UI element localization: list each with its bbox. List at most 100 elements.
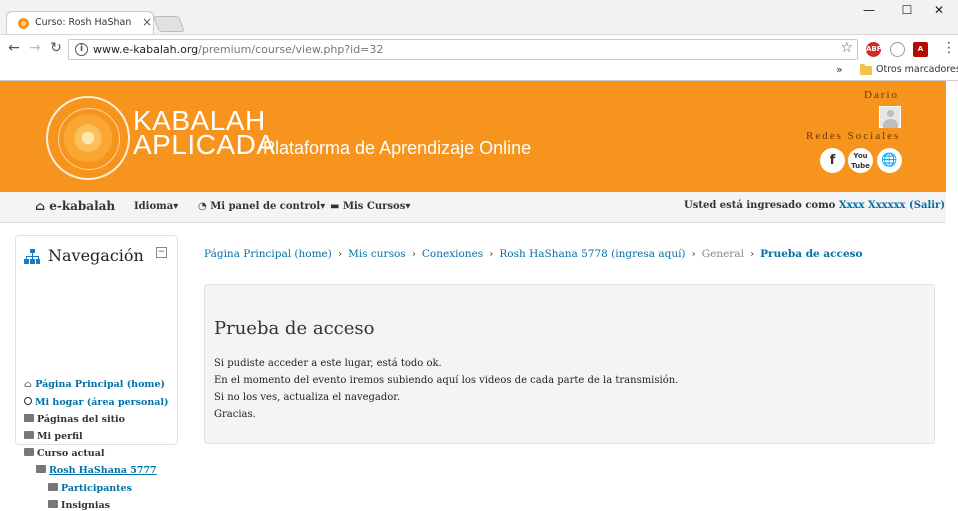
- nav-item-label: Mi perfil: [37, 431, 83, 442]
- url-text[interactable]: www.e-kabalah.org/premium/course/view.ph…: [93, 43, 383, 56]
- bookmarks-bar: » Otros marcadores: [0, 62, 958, 81]
- nav-item-label: Página Principal (home): [35, 379, 166, 390]
- breadcrumb-home[interactable]: Página Principal (home): [204, 248, 332, 260]
- browser-toolbar: ← → ↻ i www.e-kabalah.org/premium/course…: [0, 34, 958, 62]
- breadcrumb-separator: ›: [411, 248, 416, 260]
- breadcrumb-separator: ›: [337, 248, 343, 260]
- nav-item-site-pages[interactable]: Páginas del sitio: [24, 414, 125, 425]
- menu-cursos[interactable]: ▬ Mis Cursos▾: [330, 201, 410, 212]
- browser-chrome: Curso: Rosh HaShana 57 × — ☐ ✕ ← → ↻ i w…: [0, 0, 958, 81]
- nav-item-label: Mi hogar (área personal): [35, 397, 169, 408]
- menu-idioma-label: Idioma: [134, 201, 174, 212]
- nav-item-course[interactable]: Rosh HaShana 5777: [36, 465, 157, 476]
- breadcrumb-connections[interactable]: Conexiones: [422, 248, 483, 260]
- nav-item-profile[interactable]: Mi perfil: [24, 431, 83, 442]
- breadcrumb-separator: ›: [749, 248, 755, 260]
- nav-item-label: Rosh HaShana 5777: [49, 465, 157, 476]
- nav-item-home[interactable]: ⌂ Página Principal (home): [24, 379, 165, 390]
- sitemap-icon: [24, 249, 40, 265]
- facebook-icon[interactable]: f: [820, 148, 845, 173]
- folder-icon: [36, 465, 46, 473]
- globe-icon[interactable]: 🌐: [877, 148, 902, 173]
- user-name[interactable]: Dario: [864, 89, 899, 101]
- main-content: Prueba de acceso Si pudiste acceder a es…: [204, 284, 935, 444]
- navigation-block: Navegación − ⌂ Página Principal (home) M…: [15, 235, 178, 511]
- reload-icon[interactable]: ↻: [47, 40, 65, 56]
- menu-icon[interactable]: ⋮: [942, 40, 956, 56]
- pdf-icon[interactable]: A: [913, 42, 928, 57]
- back-icon[interactable]: ←: [5, 40, 23, 56]
- tab-title: Curso: Rosh HaShana 57: [35, 17, 131, 28]
- logo-flower-icon: [64, 114, 112, 162]
- caret-down-icon: ▾: [173, 201, 179, 212]
- address-bar[interactable]: i www.e-kabalah.org/premium/course/view.…: [68, 39, 858, 60]
- nav-item-label: Participantes: [61, 483, 132, 494]
- sync-icon[interactable]: [890, 42, 905, 57]
- forward-icon[interactable]: →: [26, 40, 44, 56]
- youtube-icon[interactable]: You Tube: [848, 148, 873, 173]
- minimize-button[interactable]: —: [859, 3, 879, 17]
- content-line: Si pudiste acceder a este lugar, está to…: [214, 358, 442, 369]
- breadcrumb-general: General: [701, 248, 744, 260]
- nav-brand[interactable]: ⌂ e-kabalah: [35, 199, 115, 213]
- breadcrumb-separator: ›: [489, 248, 494, 260]
- info-icon[interactable]: i: [75, 43, 88, 56]
- bookmarks-chevron-icon[interactable]: »: [836, 63, 843, 76]
- maximize-button[interactable]: ☐: [897, 3, 917, 17]
- navigation-title: Navegación: [48, 246, 144, 265]
- logout-link[interactable]: (Salir): [909, 200, 945, 211]
- site-banner: KABALAH APLICADA Plataforma de Aprendiza…: [0, 81, 946, 192]
- menu-panel-label: Mi panel de control: [210, 201, 321, 212]
- nav-item-participants[interactable]: Participantes: [48, 483, 132, 494]
- briefcase-icon: ▬: [330, 201, 343, 212]
- folder-icon: [24, 448, 34, 456]
- logo-line2: APLICADA: [133, 129, 276, 160]
- nav-item-current-course[interactable]: Curso actual: [24, 448, 104, 459]
- content-line: Si no los ves, actualiza el navegador.: [214, 392, 401, 403]
- site-navbar: ⌂ e-kabalah Idioma▾ ◔ Mi panel de contro…: [0, 192, 946, 223]
- folder-icon: [24, 431, 34, 439]
- close-window-button[interactable]: ✕: [929, 3, 949, 17]
- folder-icon: [860, 64, 872, 75]
- breadcrumb-current[interactable]: Prueba de acceso: [760, 248, 862, 260]
- content-line: Gracias.: [214, 409, 256, 420]
- breadcrumb-separator: ›: [691, 248, 696, 260]
- favicon-icon: [18, 18, 29, 29]
- url-host: www.e-kabalah.org: [93, 43, 199, 56]
- circle-icon: [24, 397, 32, 405]
- nav-item-myhome[interactable]: Mi hogar (área personal): [24, 397, 169, 408]
- nav-item-label: Curso actual: [37, 448, 105, 459]
- menu-panel[interactable]: ◔ Mi panel de control▾: [198, 201, 325, 212]
- menu-idioma[interactable]: Idioma▾: [134, 201, 178, 212]
- bookmarks-folder-label[interactable]: Otros marcadores: [876, 64, 958, 75]
- caret-down-icon: ▾: [405, 201, 411, 212]
- nav-brand-label: e-kabalah: [49, 199, 116, 213]
- nav-item-label: Insignias: [61, 500, 110, 511]
- folder-icon: [48, 500, 58, 508]
- home-icon: ⌂: [24, 379, 32, 390]
- content-line: En el momento del evento iremos subiendo…: [214, 375, 679, 386]
- new-tab-button[interactable]: [153, 16, 185, 32]
- avatar[interactable]: [879, 106, 901, 128]
- home-icon: ⌂: [35, 199, 46, 213]
- page-title: Prueba de acceso: [214, 318, 375, 339]
- menu-cursos-label: Mis Cursos: [342, 201, 406, 212]
- web-page: KABALAH APLICADA Plataforma de Aprendiza…: [0, 81, 958, 511]
- adblock-icon[interactable]: ABP: [866, 42, 882, 57]
- site-logo[interactable]: KABALAH APLICADA: [133, 107, 276, 160]
- social-label: Redes Sociales: [806, 130, 901, 142]
- tab-strip: Curso: Rosh HaShana 57 × — ☐ ✕: [0, 0, 958, 35]
- collapse-icon[interactable]: −: [156, 247, 167, 258]
- breadcrumb-course[interactable]: Rosh HaShana 5778 (ingresa aquí): [499, 248, 685, 260]
- browser-tab[interactable]: Curso: Rosh HaShana 57 ×: [6, 11, 154, 35]
- breadcrumb: Página Principal (home) › Mis cursos › Conex…: [204, 248, 863, 260]
- close-tab-icon[interactable]: ×: [142, 15, 152, 29]
- url-path: /premium/course/view.php?id=32: [198, 43, 384, 56]
- user-link[interactable]: Xxxx Xxxxxx: [839, 200, 906, 211]
- breadcrumb-mycourses[interactable]: Mis cursos: [348, 248, 406, 260]
- star-icon[interactable]: ☆: [840, 40, 853, 56]
- nav-item-label: Páginas del sitio: [37, 414, 125, 425]
- nav-item-badges[interactable]: Insignias: [48, 500, 110, 511]
- folder-icon: [48, 483, 58, 491]
- caret-down-icon: ▾: [320, 201, 326, 212]
